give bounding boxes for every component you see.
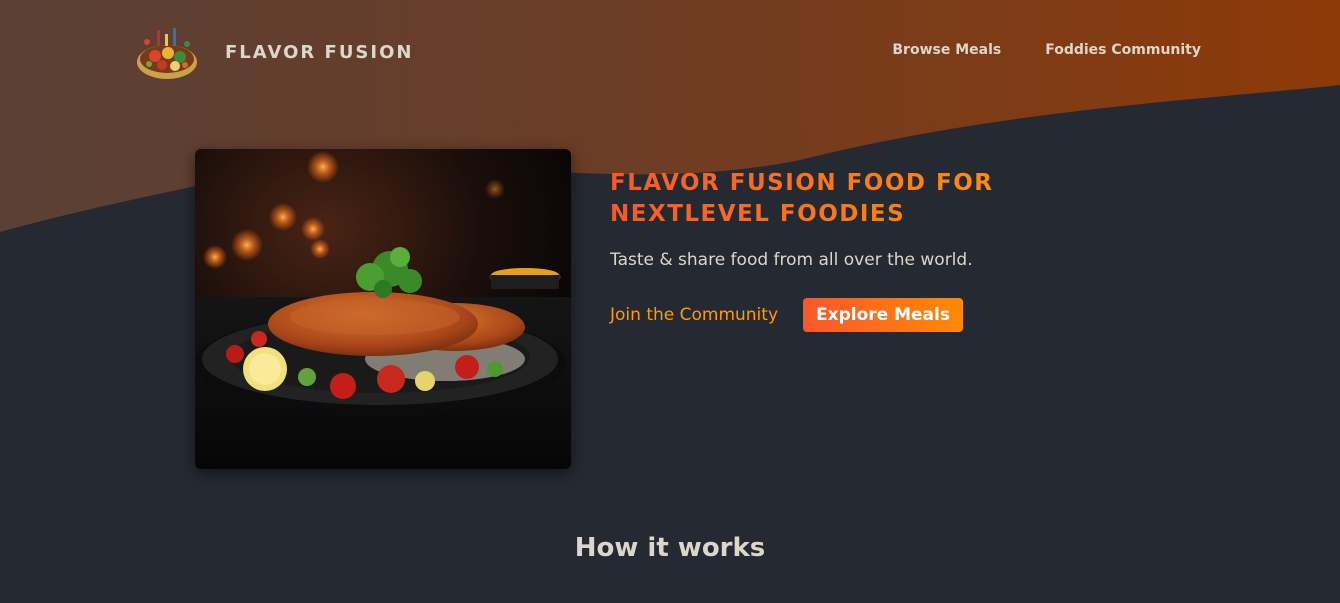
- nav-browse-meals[interactable]: Browse Meals: [892, 42, 1001, 58]
- site-header: FLAVOR FUSION Browse Meals Foddies Commu…: [135, 22, 1205, 84]
- how-it-works-title: How it works: [574, 533, 766, 563]
- food-plate-logo-icon: [137, 28, 197, 79]
- hero-slideshow-image: [195, 149, 571, 469]
- logo-text: FLAVOR FUSION: [225, 41, 414, 63]
- explore-meals-button[interactable]: Explore Meals: [803, 298, 963, 332]
- logo-link[interactable]: FLAVOR FUSION: [135, 22, 413, 82]
- schnitzel-dish-image: [195, 149, 571, 469]
- join-community-link[interactable]: Join the Community: [610, 305, 778, 325]
- page: FLAVOR FUSION Browse Meals Foddies Commu…: [0, 0, 1340, 603]
- hero-cta: Join the Community Explore Meals: [610, 298, 1090, 332]
- main-nav: Browse Meals Foddies Community: [892, 42, 1201, 58]
- hero-content: FLAVOR FUSION FOOD FOR NEXTLEVEL FOODIES…: [610, 168, 1090, 332]
- hero-subtitle: Taste & share food from all over the wor…: [610, 250, 973, 270]
- hero-title: FLAVOR FUSION FOOD FOR NEXTLEVEL FOODIES: [610, 168, 1090, 230]
- nav-foodies-community[interactable]: Foddies Community: [1045, 42, 1201, 58]
